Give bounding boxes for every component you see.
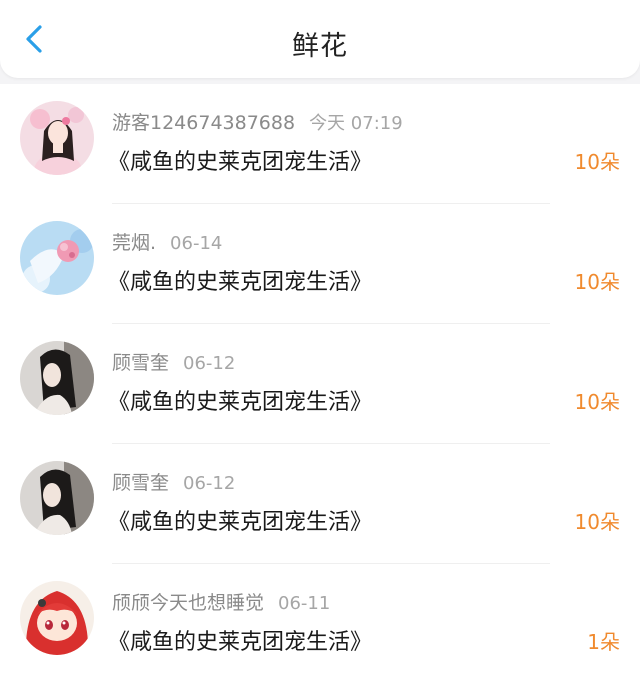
list-item[interactable]: 颀颀今天也想睡觉 06-11 《咸鱼的史莱克团宠生活》 1朵: [0, 564, 640, 684]
avatar[interactable]: [20, 101, 94, 175]
timestamp: 今天 07:19: [309, 113, 403, 134]
username: 颀颀今天也想睡觉 06-11: [112, 588, 330, 615]
book-title: 《咸鱼的史莱克团宠生活》: [108, 390, 373, 415]
timestamp: 06-11: [278, 593, 331, 614]
avatar[interactable]: [20, 341, 94, 415]
flower-amount: 1朵: [587, 630, 620, 654]
page-title: 鲜花: [292, 31, 348, 62]
book-title: 《咸鱼的史莱克团宠生活》: [108, 150, 373, 175]
username-text: 游客124674387688: [112, 112, 296, 134]
username-text: 颀颀今天也想睡觉: [112, 592, 265, 614]
username: 莞烟. 06-14: [112, 228, 222, 255]
list-item[interactable]: 莞烟. 06-14 《咸鱼的史莱克团宠生活》 10朵: [0, 204, 640, 324]
flower-amount: 10朵: [574, 270, 620, 294]
top-bar: 鲜花: [0, 0, 640, 78]
username: 游客124674387688 今天 07:19: [112, 108, 403, 135]
username-text: 顾雪奎: [112, 352, 170, 374]
flower-amount: 10朵: [574, 510, 620, 534]
username-text: 莞烟.: [112, 232, 157, 254]
list-item[interactable]: 顾雪奎 06-12 《咸鱼的史莱克团宠生活》 10朵: [0, 444, 640, 564]
username: 顾雪奎 06-12: [112, 468, 235, 495]
flower-amount: 10朵: [574, 390, 620, 414]
avatar[interactable]: [20, 581, 94, 655]
flower-amount: 10朵: [574, 150, 620, 174]
book-title: 《咸鱼的史莱克团宠生活》: [108, 270, 373, 295]
timestamp: 06-14: [170, 233, 223, 254]
timestamp: 06-12: [183, 473, 236, 494]
book-title: 《咸鱼的史莱克团宠生活》: [108, 630, 373, 655]
username-text: 顾雪奎: [112, 472, 170, 494]
avatar[interactable]: [20, 461, 94, 535]
flower-gift-list: 游客124674387688 今天 07:19 《咸鱼的史莱克团宠生活》 10朵 …: [0, 84, 640, 684]
avatar[interactable]: [20, 221, 94, 295]
username: 顾雪奎 06-12: [112, 348, 235, 375]
list-item[interactable]: 游客124674387688 今天 07:19 《咸鱼的史莱克团宠生活》 10朵: [0, 84, 640, 204]
list-item[interactable]: 顾雪奎 06-12 《咸鱼的史莱克团宠生活》 10朵: [0, 324, 640, 444]
timestamp: 06-12: [183, 353, 236, 374]
book-title: 《咸鱼的史莱克团宠生活》: [108, 510, 373, 535]
